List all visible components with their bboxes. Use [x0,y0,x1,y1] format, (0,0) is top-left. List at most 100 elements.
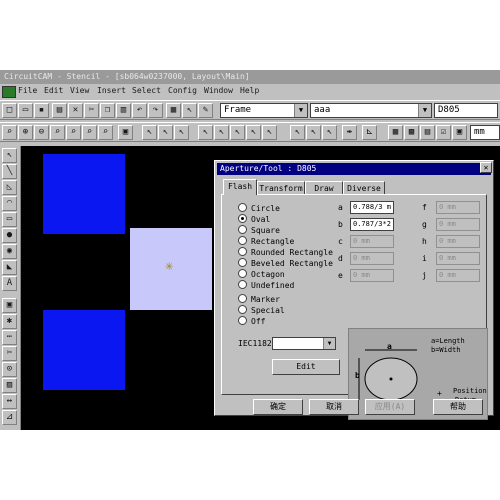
snap-icon[interactable]: ▩ [404,125,419,140]
chevron-down-icon[interactable]: ▼ [418,104,431,117]
circle-tool-icon[interactable]: ● [2,228,17,243]
shape-square-radio[interactable]: Square [238,225,280,236]
chevron-down-icon[interactable]: ▼ [323,338,335,349]
pencil-icon[interactable]: ✎ [198,103,213,118]
cancel-button[interactable]: 取消 [309,399,359,415]
pad-tool-icon[interactable]: ▣ [2,298,17,313]
shape-marker-radio[interactable]: Marker [238,294,280,305]
pad-selected[interactable]: ✳ [130,228,212,310]
measure-icon[interactable]: ⊾ [362,125,377,140]
polyline-tool-icon[interactable]: ◺ [2,180,17,195]
app-icon[interactable] [2,86,16,98]
pointer-invert-icon[interactable]: ↖ [246,125,261,140]
tab-draw[interactable]: Draw [305,181,343,194]
menu-window[interactable]: Window [204,84,233,98]
zoom-layer-icon[interactable]: ⌕ [98,125,113,140]
help-button[interactable]: 帮助 [433,399,483,415]
unit-combo[interactable]: mm [470,125,500,140]
menu-edit[interactable]: Edit [44,84,63,98]
mirror-icon[interactable]: ⇹ [342,125,357,140]
cut-tool-icon[interactable]: ✂ [2,346,17,361]
shape-octagon-radio[interactable]: Octagon [238,269,285,280]
shape-rectangle-radio[interactable]: Rectangle [238,236,294,247]
close-icon[interactable]: ✕ [480,162,492,173]
pad-bottom-left[interactable] [43,310,125,390]
copy-icon[interactable]: ❐ [100,103,115,118]
menu-insert[interactable]: Insert [97,84,126,98]
shape-oval-radio[interactable]: Oval [238,214,270,225]
menu-help[interactable]: Help [240,84,259,98]
layer-combo[interactable]: Frame ▼ [220,103,308,118]
print-icon[interactable]: ▤ [52,103,67,118]
menu-file[interactable]: File [18,84,37,98]
pointer-mode-icon[interactable]: ↖ [198,125,213,140]
menu-config[interactable]: Config [168,84,197,98]
dimension-tool-icon[interactable]: ↔ [2,394,17,409]
checkbox-icon[interactable]: ☑ [436,125,451,140]
rectangle-tool-icon[interactable]: ▭ [2,212,17,227]
open-icon[interactable]: ▭ [18,103,33,118]
ok-button[interactable]: 确定 [253,399,303,415]
rotate-icon[interactable]: ↖ [322,125,337,140]
node-tool-icon[interactable]: ⋯ [2,330,17,345]
aperture-combo[interactable]: D805 [434,103,498,118]
redo-icon[interactable]: ↷ [148,103,163,118]
measure-tool-icon[interactable]: ⊿ [2,410,17,425]
shape-beveled-rectangle-radio[interactable]: Beveled Rectangle [238,258,333,269]
fill-tool-icon[interactable]: ▨ [2,378,17,393]
menu-select[interactable]: Select [132,84,161,98]
zoom-window-icon[interactable]: ⌕ [50,125,65,140]
explode-tool-icon[interactable]: ✱ [2,314,17,329]
text-tool-icon[interactable]: A [2,276,17,291]
iec-select[interactable]: ▼ [272,337,336,350]
zoom-out-icon[interactable]: ⊖ [34,125,49,140]
redraw-icon[interactable]: ▣ [118,125,133,140]
edit-button[interactable]: Edit [272,359,340,375]
tab-transform[interactable]: Transform [257,181,305,194]
select-tool-icon[interactable]: ↖ [2,148,17,163]
move-icon[interactable]: ↖ [290,125,305,140]
tab-diverse[interactable]: Diverse [343,181,385,194]
arc-tool-icon[interactable]: ◠ [2,196,17,211]
undo-icon[interactable]: ↶ [132,103,147,118]
cut-icon[interactable]: ✂ [84,103,99,118]
shape-off-radio[interactable]: Off [238,316,265,327]
pointer-add-icon[interactable]: ↖ [214,125,229,140]
zoom-in-icon[interactable]: ⊕ [18,125,33,140]
tab-flash[interactable]: Flash [223,179,257,195]
zoom-all-icon[interactable]: ⌕ [2,125,17,140]
select-arrow-icon[interactable]: ↖ [142,125,157,140]
close-file-icon[interactable]: ✕ [68,103,83,118]
pointer-net-icon[interactable]: ↖ [262,125,277,140]
copy-move-icon[interactable]: ↖ [306,125,321,140]
shape-special-radio[interactable]: Special [238,305,285,316]
drill-tool-icon[interactable]: ⊙ [2,362,17,377]
flash-tool-icon[interactable]: ◉ [2,244,17,259]
chevron-down-icon[interactable]: ▼ [294,104,307,117]
menu-bar: File Edit View Insert Select Config Wind… [0,84,500,98]
pointer-remove-icon[interactable]: ↖ [230,125,245,140]
zoom-previous-icon[interactable]: ⌕ [66,125,81,140]
pointer-icon[interactable]: ↖ [182,103,197,118]
param-b-field[interactable]: 0.787/3*2 [350,218,394,231]
properties-icon[interactable]: ▦ [166,103,181,118]
new-icon[interactable]: □ [2,103,17,118]
grid-icon[interactable]: ▦ [388,125,403,140]
param-a-field[interactable]: 0.788/3 m [350,201,394,214]
save-icon[interactable]: ▪ [34,103,49,118]
paste-icon[interactable]: ▥ [116,103,131,118]
select-fence-icon[interactable]: ↖ [174,125,189,140]
layers-icon[interactable]: ▤ [420,125,435,140]
shape-circle-radio[interactable]: Circle [238,203,280,214]
shape-rounded-rectangle-radio[interactable]: Rounded Rectangle [238,247,333,258]
pad-top-left[interactable] [43,154,125,234]
select-window-icon[interactable]: ↖ [158,125,173,140]
line-tool-icon[interactable]: ╲ [2,164,17,179]
menu-view[interactable]: View [70,84,89,98]
name-combo-value: aaa [314,105,331,115]
polygon-tool-icon[interactable]: ◣ [2,260,17,275]
shape-undefined-radio[interactable]: Undefined [238,280,294,291]
toggle-icon[interactable]: ▣ [452,125,467,140]
zoom-selection-icon[interactable]: ⌕ [82,125,97,140]
name-combo[interactable]: aaa ▼ [310,103,432,118]
